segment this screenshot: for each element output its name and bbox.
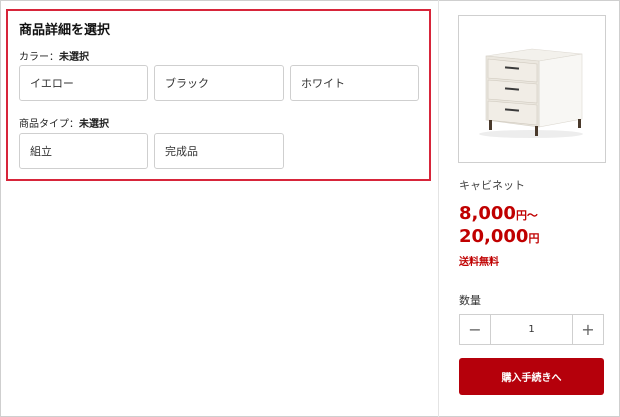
plus-icon: + — [581, 320, 595, 339]
free-shipping-label: 送料無料 — [459, 257, 499, 268]
increment-button[interactable]: + — [572, 315, 603, 344]
column-divider — [438, 0, 439, 417]
product-detail-selection-panel: 商品詳細を選択 カラー：未選択 イエロー ブラック ホワイト 商品タイプ：未選択… — [6, 9, 431, 181]
selection-title: 商品詳細を選択 — [19, 23, 111, 38]
color-group-label: カラー：未選択 — [19, 48, 89, 63]
proceed-to-checkout-button[interactable]: 購入手続きへ — [459, 358, 604, 395]
color-option-white[interactable]: ホワイト — [290, 65, 419, 101]
cabinet-image — [479, 48, 583, 138]
color-option-yellow[interactable]: イエロー — [19, 65, 148, 101]
type-option-finished[interactable]: 完成品 — [154, 133, 284, 169]
type-group-label: 商品タイプ：未選択 — [19, 115, 109, 130]
price-max-value: 20,000 — [459, 226, 529, 247]
color-option-black[interactable]: ブラック — [154, 65, 284, 101]
price-max: 20,000円 — [459, 226, 539, 250]
decrement-button[interactable]: − — [460, 315, 491, 344]
type-status: 未選択 — [79, 119, 109, 130]
quantity-stepper: − 1 + — [459, 314, 604, 345]
product-thumbnail[interactable] — [458, 15, 606, 163]
price-min-value: 8,000 — [459, 203, 516, 224]
price-min: 8,000円～ — [459, 203, 538, 227]
price-max-suffix: 円 — [528, 232, 540, 245]
type-label-text: 商品タイプ： — [19, 119, 79, 130]
product-name: キャビネット — [459, 179, 525, 192]
minus-icon: − — [468, 320, 482, 339]
quantity-label: 数量 — [459, 294, 481, 307]
price-min-suffix: 円～ — [515, 209, 538, 222]
color-status: 未選択 — [59, 52, 89, 63]
color-label-text: カラー： — [19, 52, 59, 63]
quantity-input[interactable]: 1 — [491, 315, 572, 344]
type-option-assembly[interactable]: 組立 — [19, 133, 148, 169]
